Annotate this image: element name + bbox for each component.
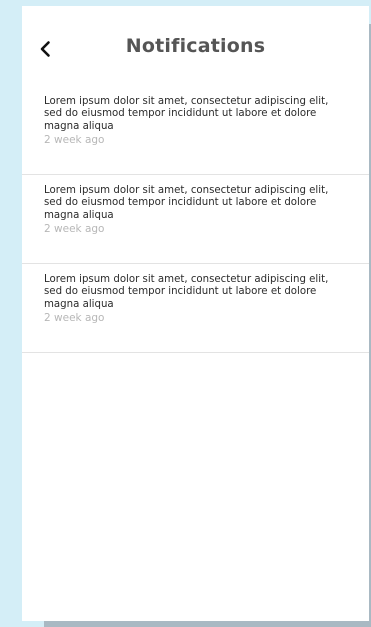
- notification-time: 2 week ago: [44, 312, 105, 325]
- notification-time: 2 week ago: [44, 223, 105, 236]
- notification-text: Lorem ipsum dolor sit amet, consectetur …: [44, 96, 329, 132]
- notification-item[interactable]: Lorem ipsum dolor sit amet, consectetur …: [22, 264, 369, 353]
- page-title: Notifications: [125, 35, 266, 57]
- header: Notifications: [22, 6, 369, 86]
- app-stage: Notifications Lorem ipsum dolor sit amet…: [0, 0, 371, 627]
- notification-time: 2 week ago: [44, 134, 105, 147]
- notification-item[interactable]: Lorem ipsum dolor sit amet, consectetur …: [22, 175, 369, 264]
- notification-text: Lorem ipsum dolor sit amet, consectetur …: [44, 185, 329, 221]
- notification-text: Lorem ipsum dolor sit amet, consectetur …: [44, 274, 329, 310]
- notification-list: Lorem ipsum dolor sit amet, consectetur …: [22, 86, 369, 353]
- card-shadow-bottom: [44, 620, 371, 627]
- notification-item[interactable]: Lorem ipsum dolor sit amet, consectetur …: [22, 86, 369, 175]
- notifications-screen: Notifications Lorem ipsum dolor sit amet…: [22, 6, 369, 621]
